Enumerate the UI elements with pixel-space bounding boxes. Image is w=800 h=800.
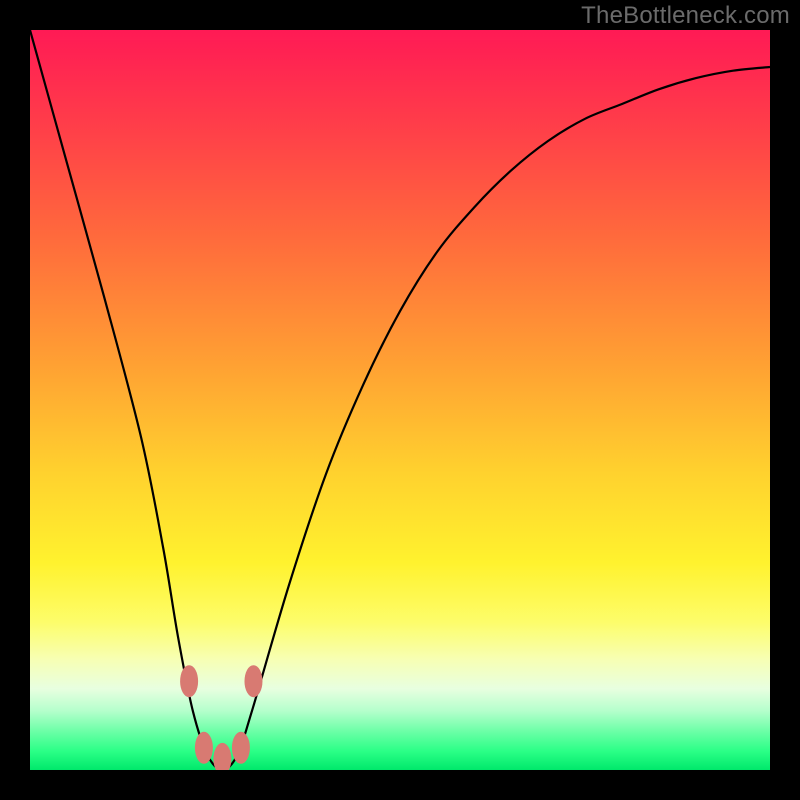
chain-marker <box>244 665 262 697</box>
gradient-background <box>30 30 770 770</box>
plot-area <box>30 30 770 770</box>
chain-marker <box>232 732 250 764</box>
chart-frame: TheBottleneck.com <box>0 0 800 800</box>
bottleneck-chart <box>30 30 770 770</box>
attribution-label: TheBottleneck.com <box>581 2 790 30</box>
chain-marker <box>195 732 213 764</box>
chain-marker <box>180 665 198 697</box>
